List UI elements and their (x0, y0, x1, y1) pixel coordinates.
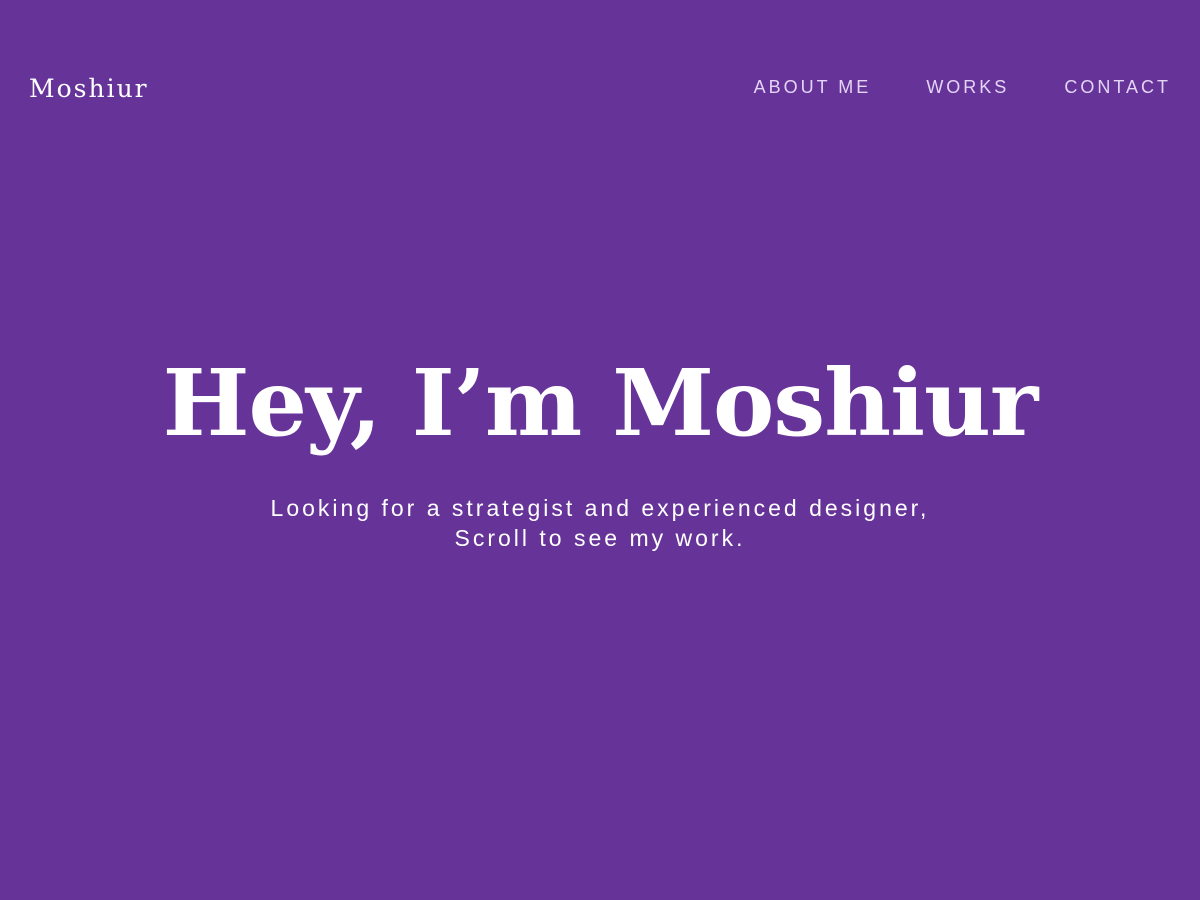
hero-subtitle-line-1: Looking for a strategist and experienced… (270, 495, 930, 521)
hero-subtitle: Looking for a strategist and experienced… (0, 493, 1200, 553)
main-nav: ABOUT ME WORKS CONTACT (754, 76, 1171, 98)
hero-title: Hey, I’m Moshiur (162, 349, 1039, 457)
nav-about-me[interactable]: ABOUT ME (754, 76, 872, 98)
site-header: Moshiur ABOUT ME WORKS CONTACT (0, 0, 1200, 180)
hero-section: Hey, I’m Moshiur Looking for a strategis… (0, 345, 1200, 553)
nav-contact[interactable]: CONTACT (1064, 76, 1171, 98)
hero-subtitle-line-2: Scroll to see my work. (454, 525, 746, 551)
site-logo[interactable]: Moshiur (29, 73, 149, 105)
nav-works[interactable]: WORKS (926, 76, 1009, 98)
